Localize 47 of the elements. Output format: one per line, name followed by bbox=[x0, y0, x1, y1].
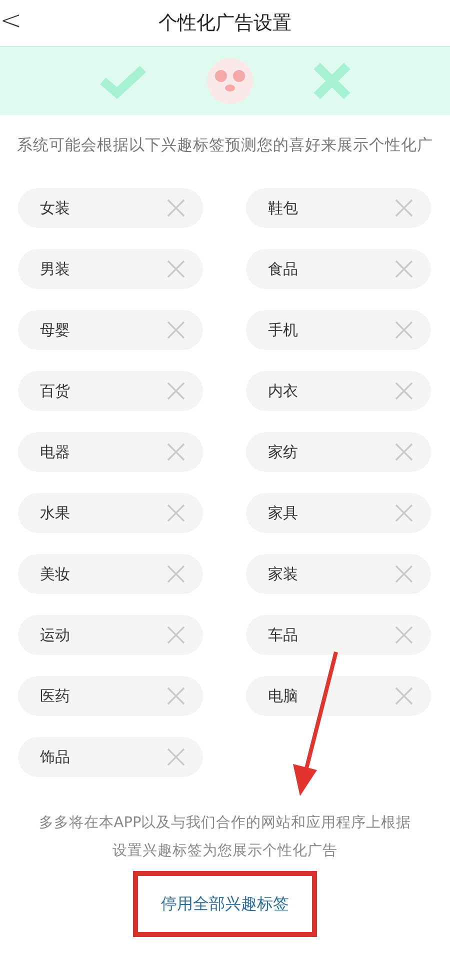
tag-label: 医药 bbox=[40, 686, 70, 706]
tag-label: 车品 bbox=[268, 626, 298, 644]
remove-icon[interactable] bbox=[395, 626, 413, 644]
remove-icon[interactable] bbox=[167, 382, 185, 400]
remove-icon[interactable] bbox=[167, 199, 185, 217]
footer-text: 多多将在本APP以及与我们合作的网站和应用程序上根据 bbox=[38, 814, 412, 833]
remove-icon[interactable] bbox=[395, 565, 413, 583]
remove-icon[interactable] bbox=[395, 199, 413, 217]
remove-icon[interactable] bbox=[395, 504, 413, 522]
remove-icon[interactable] bbox=[167, 565, 185, 583]
tag-label: 饰品 bbox=[40, 748, 70, 766]
remove-icon[interactable] bbox=[395, 443, 413, 461]
tag-label: 家具 bbox=[268, 504, 298, 522]
remove-icon[interactable] bbox=[167, 321, 185, 339]
remove-icon[interactable] bbox=[395, 260, 413, 278]
tag-label: 手机 bbox=[268, 320, 298, 340]
remove-icon[interactable] bbox=[167, 626, 185, 644]
tag-label: 母婴 bbox=[40, 320, 70, 340]
remove-icon[interactable] bbox=[395, 382, 413, 400]
cross-icon bbox=[313, 62, 351, 100]
tag-label: 美妆 bbox=[40, 564, 70, 584]
tag-label: 女装 bbox=[40, 198, 70, 218]
disable-all-tags-button[interactable]: 停用全部兴趣标签 bbox=[133, 871, 317, 937]
check-icon bbox=[99, 63, 147, 99]
tag-label: 食品 bbox=[268, 260, 298, 278]
page-title: 个性化广告设置 bbox=[158, 11, 292, 36]
remove-icon[interactable] bbox=[395, 321, 413, 339]
remove-icon[interactable] bbox=[167, 260, 185, 278]
tag-label: 男装 bbox=[40, 260, 70, 278]
remove-icon[interactable] bbox=[167, 687, 185, 705]
tag-label: 鞋包 bbox=[268, 198, 298, 218]
remove-icon[interactable] bbox=[167, 748, 185, 766]
back-button[interactable]: < bbox=[0, 6, 26, 36]
tag-label: 电脑 bbox=[268, 686, 298, 706]
tag-label: 电器 bbox=[40, 442, 70, 462]
tag-label: 家纺 bbox=[268, 442, 298, 462]
tag-label: 运动 bbox=[40, 626, 70, 644]
remove-icon[interactable] bbox=[167, 504, 185, 522]
tag-label: 内衣 bbox=[268, 382, 298, 400]
tag-label: 百货 bbox=[40, 382, 70, 400]
remove-icon[interactable] bbox=[395, 687, 413, 705]
intro-text: 系统可能会根据以下兴趣标签预测您的喜好来展示个性化广 bbox=[16, 135, 434, 156]
smiley-icon bbox=[207, 58, 253, 104]
tag-label: 家装 bbox=[268, 564, 298, 584]
remove-icon[interactable] bbox=[167, 443, 185, 461]
tag-label: 水果 bbox=[40, 504, 70, 522]
footer-text: 设置兴趣标签为您展示个性化广告 bbox=[112, 842, 338, 861]
